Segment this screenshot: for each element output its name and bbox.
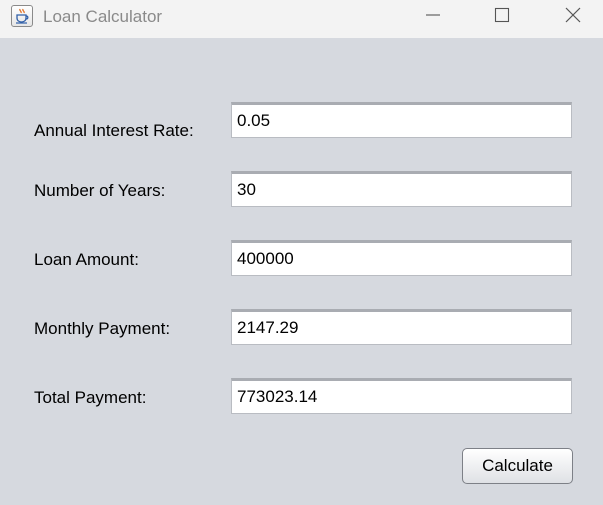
number-of-years-field[interactable]: [231, 171, 572, 207]
java-coffee-cup-icon: [11, 5, 33, 27]
annual-interest-rate-label: Annual Interest Rate:: [34, 121, 194, 140]
close-icon: [564, 6, 582, 29]
loan-amount-field[interactable]: [231, 240, 572, 276]
form-panel: Annual Interest Rate: Number of Years: L…: [0, 38, 603, 505]
annual-interest-rate-field[interactable]: [231, 102, 572, 138]
monthly-payment-label: Monthly Payment:: [34, 319, 171, 338]
loan-calculator-window: Loan Calculator Annual Interest Rate: 0.…: [0, 0, 603, 505]
loan-amount-label: Loan Amount:: [34, 250, 139, 269]
window-title: Loan Calculator: [43, 7, 163, 26]
total-payment-label: Total Payment:: [34, 388, 147, 407]
title-bar[interactable]: Loan Calculator: [0, 0, 603, 38]
total-payment-field[interactable]: [231, 378, 572, 414]
minimize-button[interactable]: [410, 0, 456, 34]
monthly-payment-field[interactable]: [231, 309, 572, 345]
number-of-years-label: Number of Years:: [34, 181, 166, 200]
minimize-icon: [424, 6, 442, 29]
close-button[interactable]: [550, 0, 596, 34]
maximize-button[interactable]: [479, 0, 525, 34]
maximize-icon: [493, 6, 511, 29]
calculate-button[interactable]: Calculate: [462, 448, 573, 484]
